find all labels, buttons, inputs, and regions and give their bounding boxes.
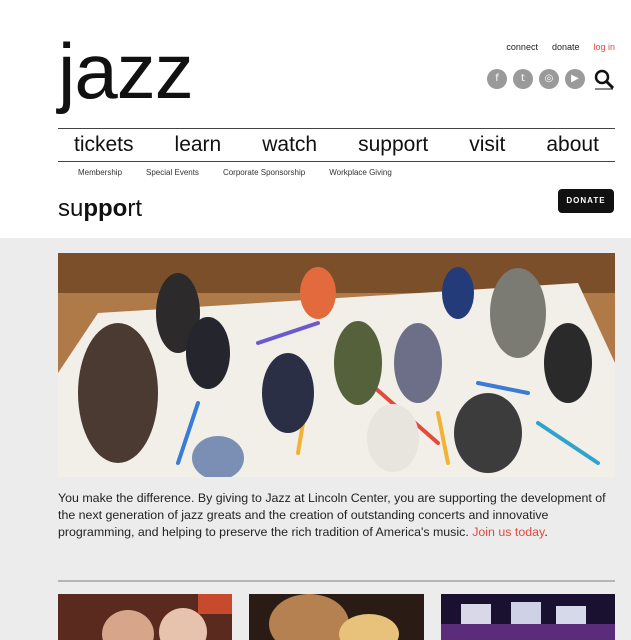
nav-tickets[interactable]: tickets [74,133,134,157]
login-link[interactable]: log in [593,42,615,52]
donate-link[interactable]: donate [552,42,580,52]
nav-about[interactable]: about [546,133,599,157]
donate-button[interactable]: DONATE [558,189,614,213]
logo-text: jazz [58,27,194,115]
title-suffix: rt [127,195,143,222]
subnav-workplace-giving[interactable]: Workplace Giving [329,168,392,177]
cta-suffix: . [544,525,548,539]
main-nav: tickets learn watch support visit about [58,128,615,162]
support-description: You make the difference. By giving to Ja… [58,490,618,541]
hero-image [58,253,615,477]
subnav-membership[interactable]: Membership [78,168,122,177]
nav-learn[interactable]: learn [175,133,222,157]
nav-visit[interactable]: visit [469,133,505,157]
title-prefix: su [58,195,84,222]
section-divider [58,580,615,582]
instagram-icon[interactable]: ◎ [539,69,559,89]
twitter-icon[interactable]: t [513,69,533,89]
youtube-icon[interactable]: ▶ [565,69,585,89]
page-title: support [58,195,142,223]
page: jazz connect donate log in f t ◎ ▶ ticke… [0,0,631,640]
jazz-logo[interactable]: jazz [58,32,194,110]
thumbnail-row [58,594,615,640]
title-bold: ppo [83,195,128,222]
thumbnail-2[interactable] [249,594,424,640]
facebook-icon[interactable]: f [487,69,507,89]
nav-support[interactable]: support [358,133,428,157]
thumbnail-3[interactable] [441,594,615,640]
social-icons: f t ◎ ▶ [487,68,615,90]
subnav-special-events[interactable]: Special Events [146,168,199,177]
search-icon[interactable] [593,68,615,90]
join-us-link[interactable]: Join us today [472,525,544,539]
nav-watch[interactable]: watch [262,133,317,157]
utility-links: connect donate log in [506,42,615,52]
thumbnail-1[interactable] [58,594,232,640]
subnav-corporate-sponsorship[interactable]: Corporate Sponsorship [223,168,305,177]
sub-nav: Membership Special Events Corporate Spon… [78,168,392,177]
connect-link[interactable]: connect [506,42,538,52]
